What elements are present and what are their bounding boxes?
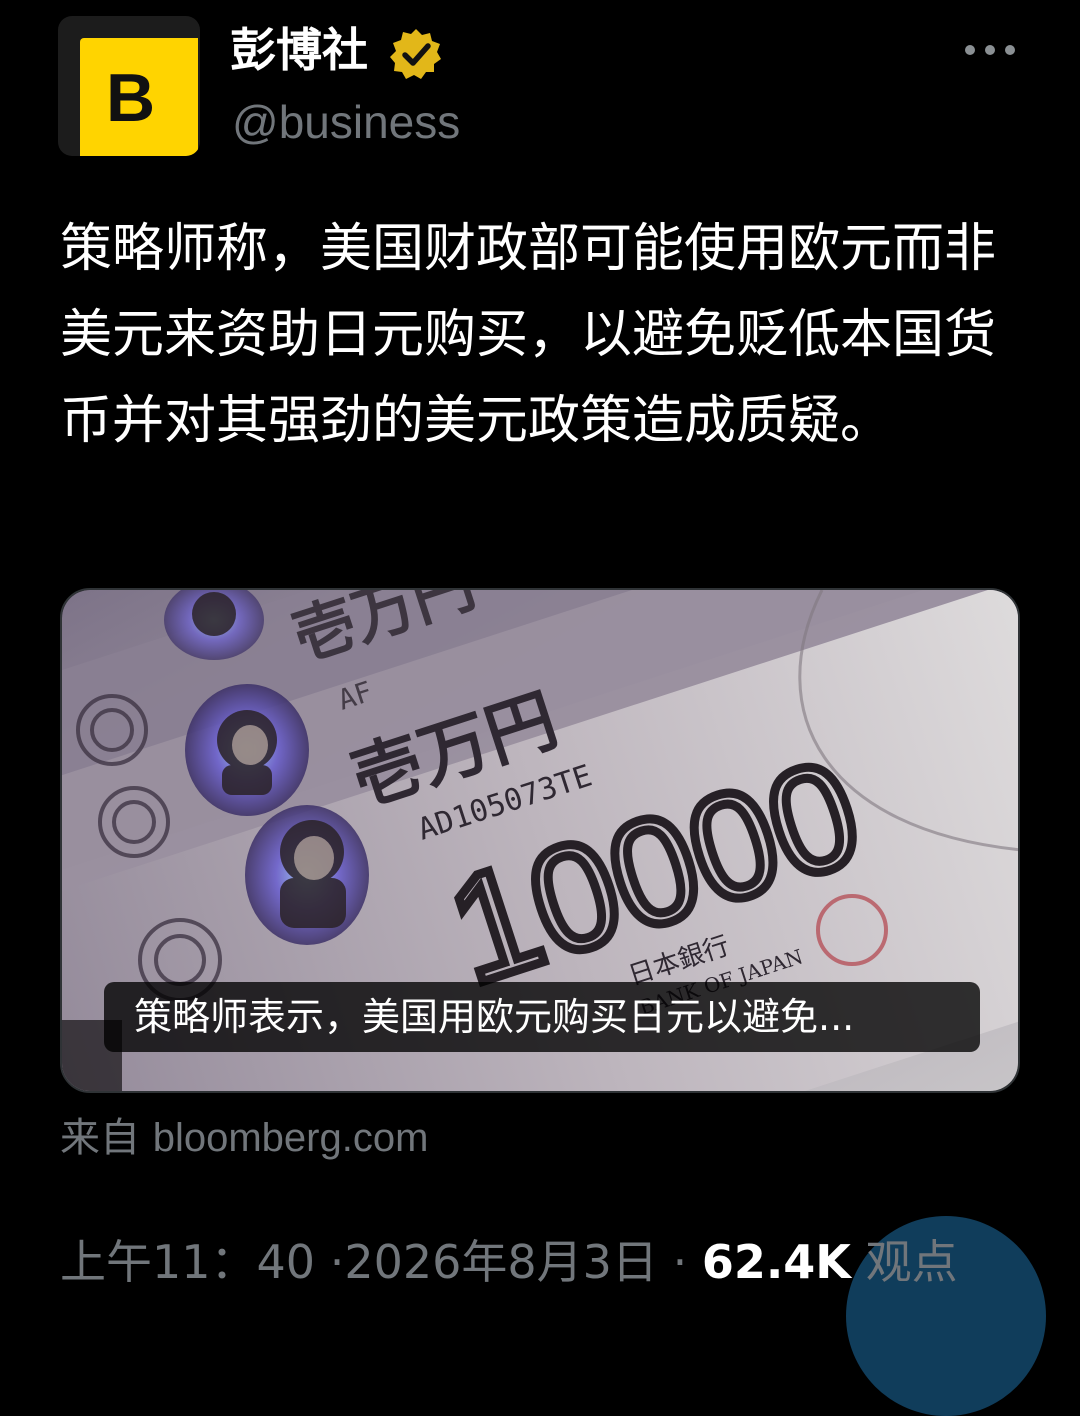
source-domain-link[interactable]: bloomberg.com [153, 1116, 429, 1160]
tweet-text: 策略师称，美国财政部可能使用欧元而非美元来资助日元购买，以避免贬低本国货币并对其… [60, 219, 997, 451]
source-prefix: 来自 [60, 1115, 140, 1161]
tweet-meta: 上午11：40 ·2026年8月3日 · 62.4K 观点 [60, 1232, 958, 1292]
link-source: 来自 bloomberg.com [60, 1112, 428, 1164]
author-avatar[interactable]: B [58, 16, 200, 156]
meta-separator: · [672, 1235, 688, 1289]
tweet-time[interactable]: 上午11：40 [60, 1235, 315, 1289]
tweet-date[interactable]: 2026年8月3日 [344, 1235, 658, 1289]
views-label: 观点 [865, 1235, 958, 1289]
author-display-name[interactable]: 彭博社 [230, 22, 368, 78]
link-preview-caption[interactable]: 策略师表示，美国用欧元购买日元以避免... [104, 982, 980, 1052]
avatar-letter: B [106, 60, 156, 136]
more-horizontal-icon[interactable] [960, 30, 1020, 70]
author-handle[interactable]: @business [232, 94, 460, 150]
meta-separator: · [329, 1235, 345, 1289]
views-count[interactable]: 62.4K [702, 1235, 851, 1289]
verified-badge-icon [390, 29, 441, 79]
link-preview-card[interactable]: 壱万円 壱万円 AD105073TE AF 10000 日本銀行 BANK OF… [60, 588, 1020, 1093]
